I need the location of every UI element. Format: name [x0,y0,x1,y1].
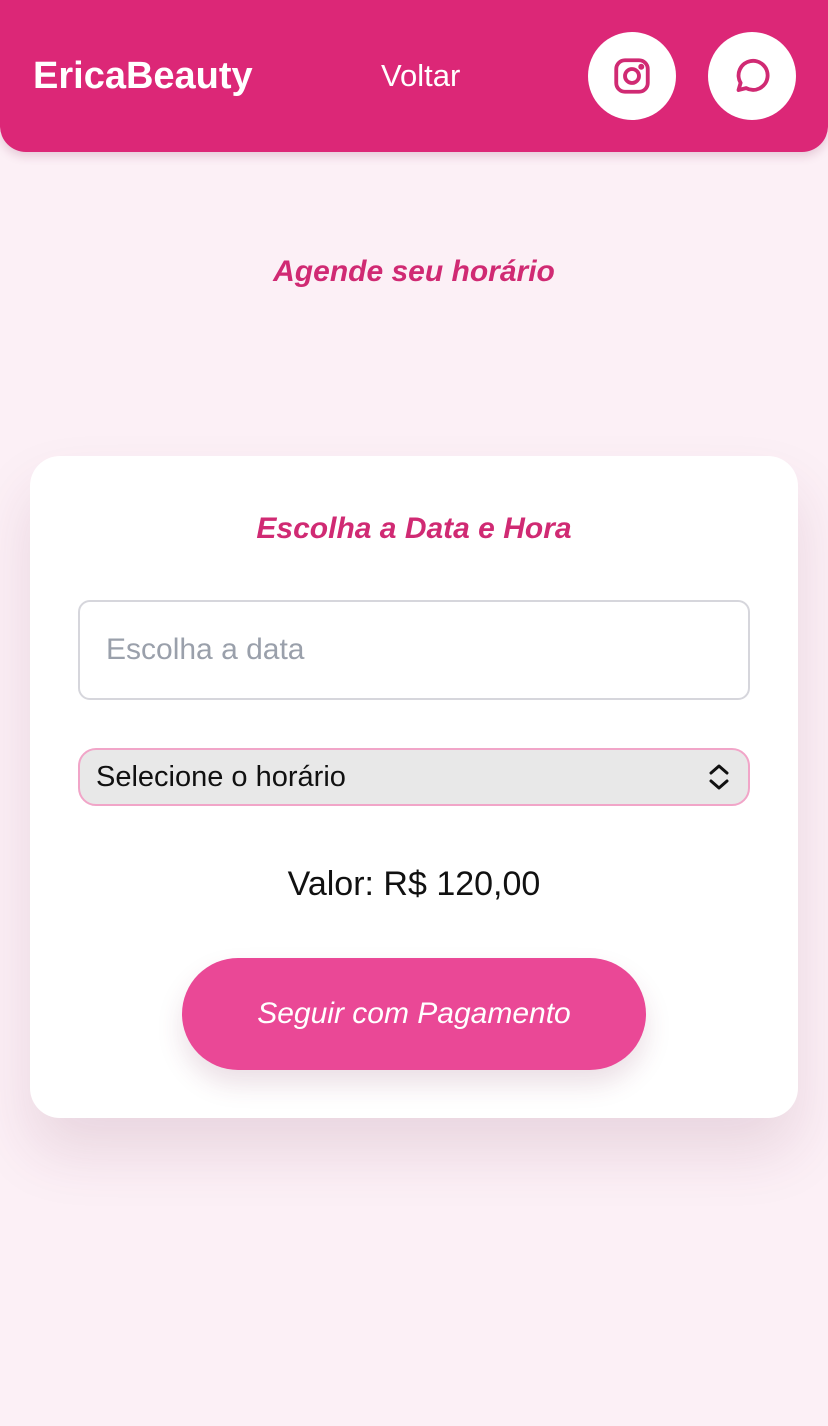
instagram-button[interactable] [588,32,676,120]
time-select-value: Selecione o horário [96,761,346,793]
card-title: Escolha a Data e Hora [256,512,572,545]
date-input[interactable] [78,600,750,700]
booking-card: Escolha a Data e Hora Selecione o horári… [30,456,798,1118]
chat-icon [736,58,770,92]
chevron-up-down-icon [709,764,729,790]
app-header: EricaBeauty Voltar [0,0,828,152]
price-label: Valor: R$ 120,00 [287,865,541,903]
instagram-icon [614,58,650,94]
back-link[interactable]: Voltar [381,56,460,96]
chat-button[interactable] [708,32,796,120]
time-select[interactable]: Selecione o horário [78,748,750,806]
continue-to-payment-button[interactable]: Seguir com Pagamento [182,958,646,1070]
page-heading: Agende seu horário [273,255,555,288]
brand-logo[interactable]: EricaBeauty [33,52,253,100]
